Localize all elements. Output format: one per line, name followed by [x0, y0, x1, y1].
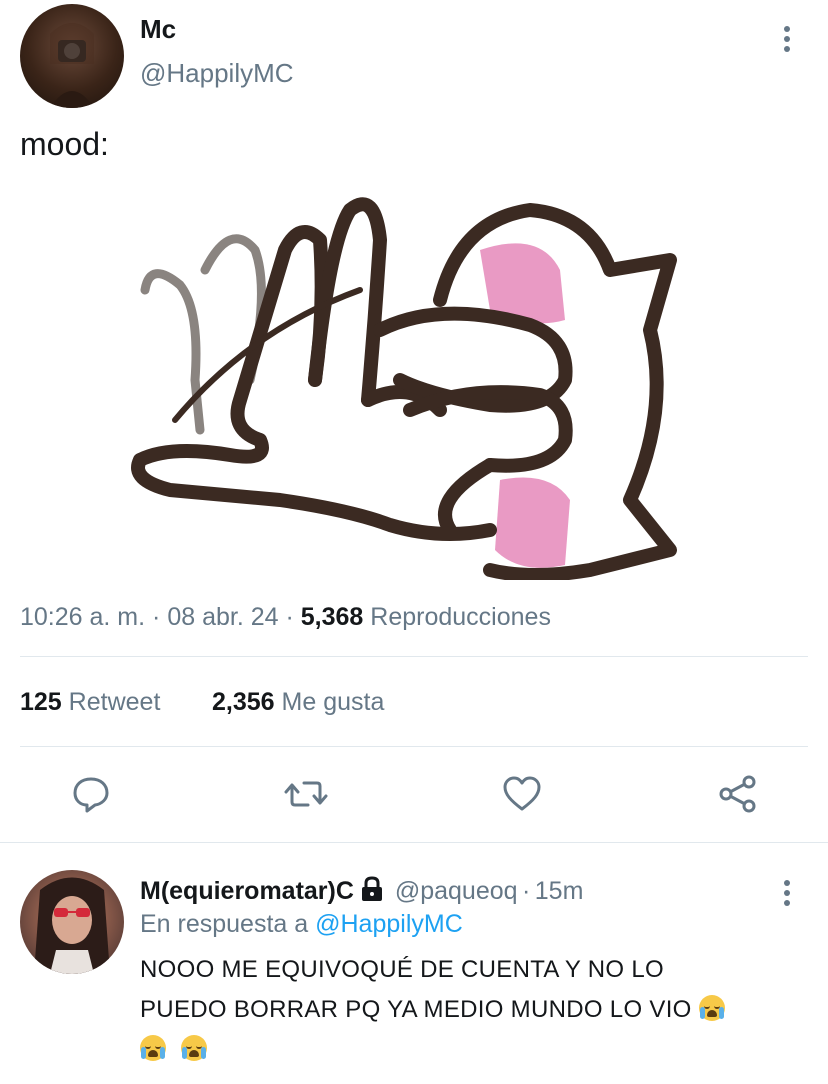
likes-count: 2,356	[212, 688, 275, 716]
retweet-icon	[284, 781, 328, 807]
reply-header: M(equieromatar)C @paqueoq · 15m	[140, 876, 583, 906]
divider	[20, 746, 808, 747]
reply-icon	[73, 777, 109, 813]
likes-label: Me gusta	[281, 688, 385, 716]
reply-text-line: PUEDO BORRAR PQ YA MEDIO MUNDO LO VIO	[140, 990, 820, 1030]
reply-button[interactable]	[69, 772, 113, 816]
reply-emoji-line	[140, 1030, 820, 1070]
section-divider	[0, 842, 828, 843]
reply-author-handle[interactable]: @paqueoq	[395, 877, 518, 905]
views-label: Reproducciones	[370, 603, 551, 631]
reply-text-line-2: PUEDO BORRAR PQ YA MEDIO MUNDO LO VIO	[140, 996, 692, 1023]
reply-text: NOOO ME EQUIVOQUÉ DE CUENTA Y NO LO PUED…	[140, 950, 820, 1070]
reply-author-avatar[interactable]	[20, 870, 124, 974]
author-name[interactable]: Mc	[140, 14, 176, 45]
tweet-date[interactable]: 08 abr. 24	[167, 603, 278, 631]
likes-stat[interactable]: 2,356 Me gusta	[212, 688, 384, 717]
lock-icon	[362, 876, 383, 901]
reply-separator: ·	[522, 877, 531, 905]
meta-separator: ·	[285, 603, 294, 631]
reply-author-name[interactable]: M(equieromatar)C	[140, 877, 354, 905]
author-avatar[interactable]	[20, 4, 124, 108]
tweet-image[interactable]	[110, 180, 750, 582]
reply-text-line: NOOO ME EQUIVOQUÉ DE CUENTA Y NO LO	[140, 956, 664, 983]
views-count: 5,368	[300, 603, 364, 631]
in-reply-prefix: En respuesta a	[140, 910, 309, 938]
divider	[20, 656, 808, 657]
share-icon	[719, 775, 756, 813]
retweet-stat[interactable]: 125 Retweet	[20, 688, 160, 717]
tweet-time[interactable]: 10:26 a. m.	[20, 603, 145, 631]
crying-emoji-icon	[698, 995, 725, 1021]
share-button[interactable]	[716, 772, 760, 816]
meta-separator: ·	[152, 603, 161, 631]
author-handle[interactable]: @HappilyMC	[140, 58, 294, 89]
retweets-count: 125	[20, 688, 62, 716]
reply-more-options-icon[interactable]	[772, 876, 802, 910]
in-reply-to: En respuesta a @HappilyMC	[140, 910, 463, 939]
tweet-text: mood:	[20, 126, 109, 162]
more-options-icon[interactable]	[772, 22, 802, 56]
in-reply-handle[interactable]: @HappilyMC	[315, 910, 463, 938]
reply-time[interactable]: 15m	[535, 877, 584, 905]
retweet-button[interactable]	[284, 772, 328, 816]
tweet-meta: 10:26 a. m. · 08 abr. 24 · 5,368 Reprodu…	[20, 603, 551, 632]
heart-icon	[503, 776, 541, 811]
crying-emoji-icon	[140, 1035, 166, 1061]
retweets-label: Retweet	[68, 688, 161, 716]
like-button[interactable]	[500, 772, 544, 816]
crying-emoji-icon	[180, 1035, 207, 1061]
